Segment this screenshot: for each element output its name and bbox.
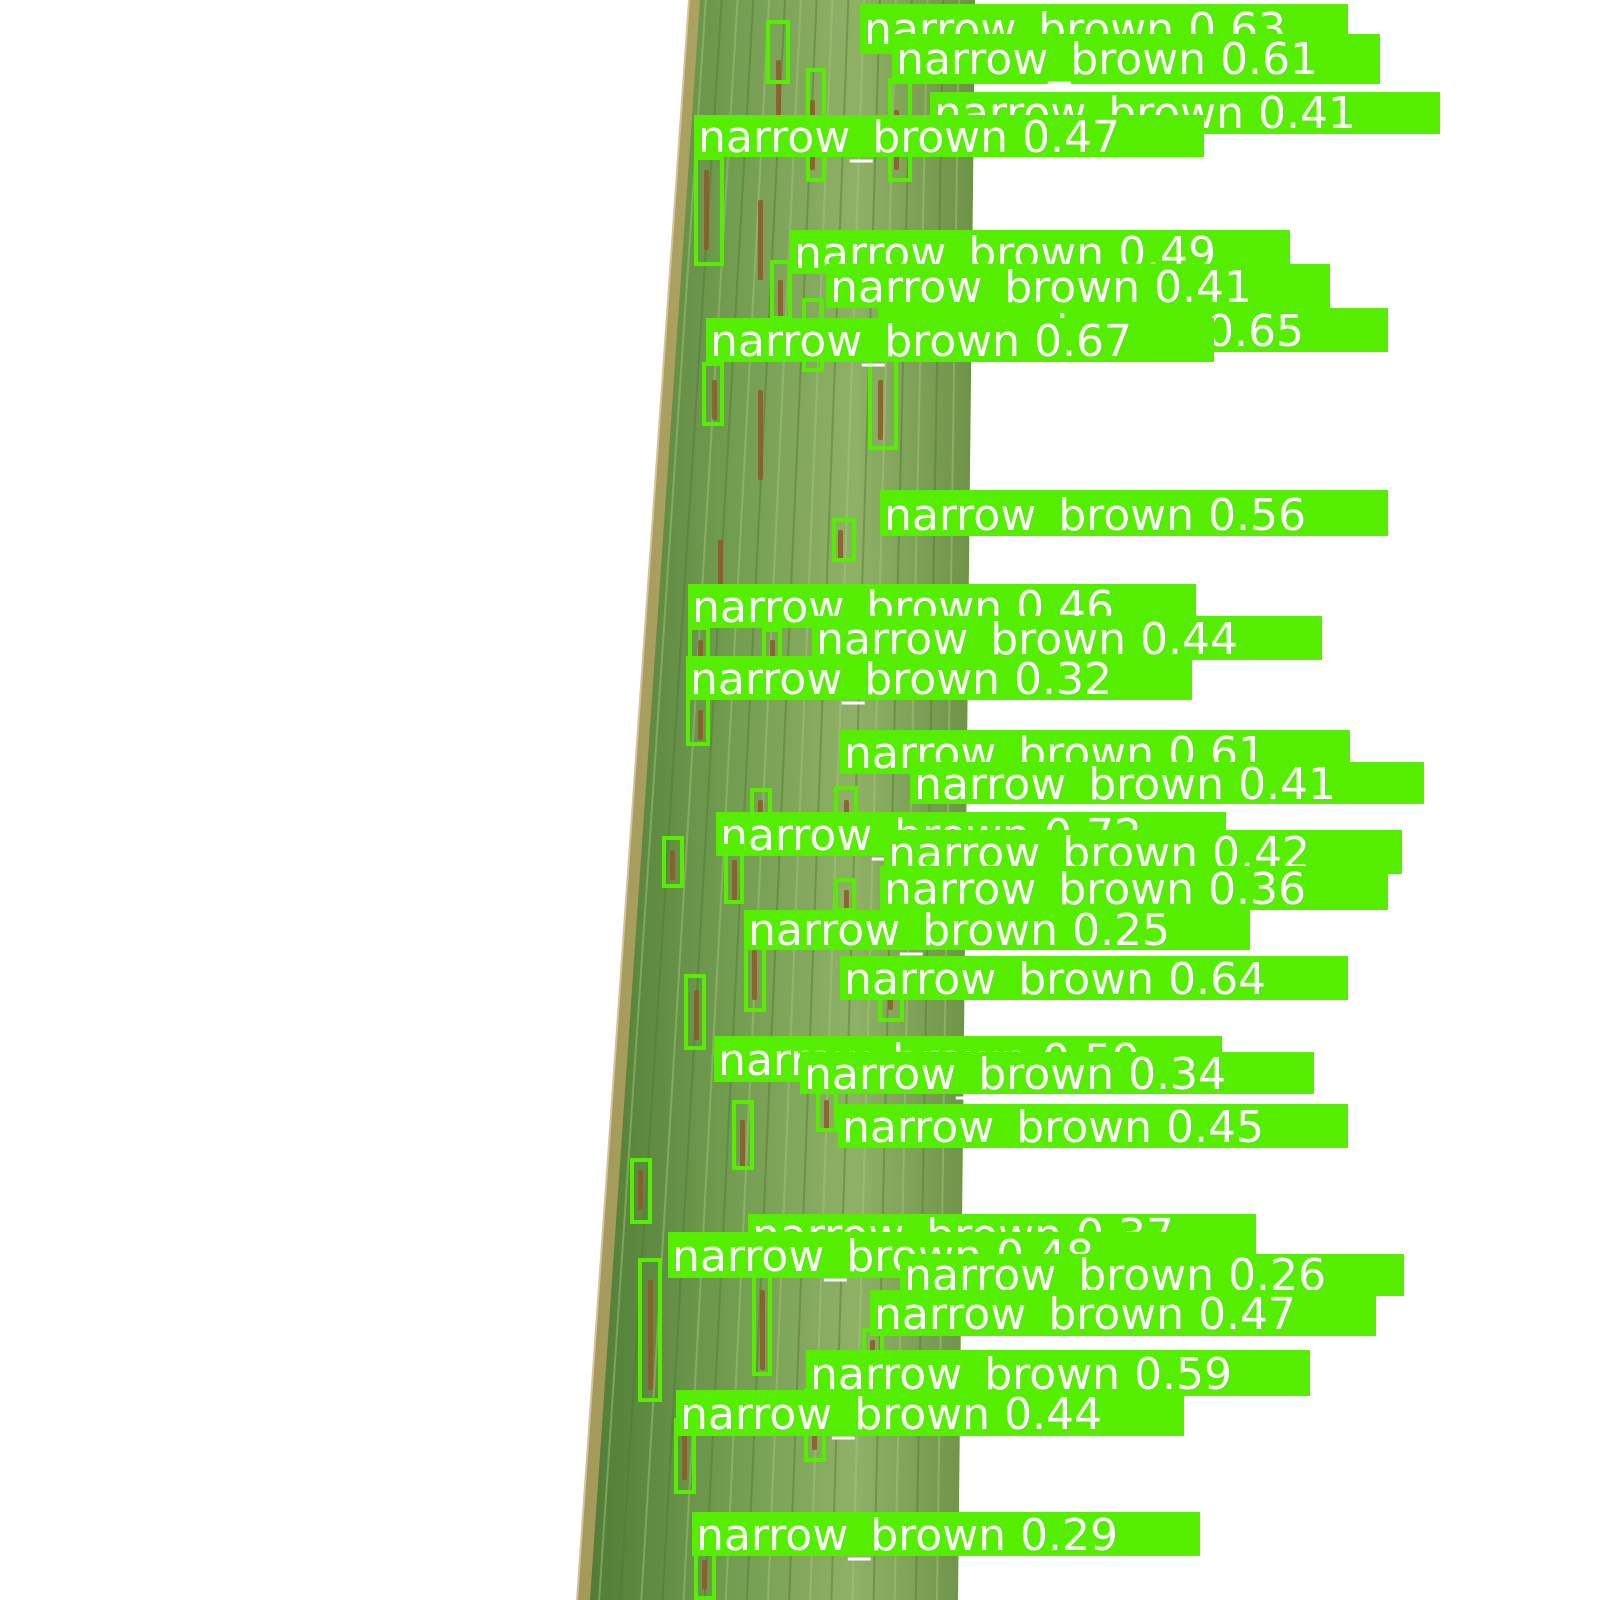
lesion-streak	[758, 390, 763, 480]
detection-label: narrow_brown 0.32	[690, 654, 1112, 705]
detection-label: narrow_brown 0.47	[698, 112, 1120, 163]
lesion-streak	[778, 280, 783, 320]
detection-label: narrow_brown 0.45	[842, 1102, 1264, 1153]
lesion-streak	[824, 1100, 829, 1130]
lesion-streak	[838, 530, 843, 560]
lesion-streak	[638, 1170, 643, 1210]
detection-label: narrow_brown 0.41	[914, 759, 1336, 810]
detection-label: narrow_brown 0.34	[804, 1049, 1226, 1100]
lesion-streak	[758, 200, 763, 280]
lesion-streak	[752, 950, 757, 1000]
detection-label: narrow_brown 0.29	[696, 1510, 1118, 1561]
lesion-streak	[698, 710, 703, 740]
lesion-streak	[712, 380, 717, 420]
detection-label: narrow_brown 0.56	[884, 490, 1306, 541]
lesion-streak	[704, 170, 709, 250]
lesion-streak	[878, 380, 883, 440]
detection-label: narrow_brown 0.47	[874, 1289, 1296, 1340]
lesion-streak	[702, 1560, 707, 1590]
detection-label: narrow_brown 0.61	[896, 34, 1318, 85]
lesion-streak	[732, 860, 737, 900]
detection-label: narrow_brown 0.44	[680, 1389, 1102, 1440]
lesion-streak	[648, 1280, 653, 1390]
lesion-streak	[760, 1290, 765, 1370]
lesion-streak	[694, 990, 699, 1040]
lesion-streak	[670, 850, 675, 880]
detection-label: narrow_brown 0.67	[710, 316, 1132, 367]
detection-scene: narrow_brown 0.63 narrow_brown 0.61 narr…	[576, 0, 1440, 1600]
detection-label: narrow_brown 0.64	[844, 954, 1266, 1005]
detection-label: narrow_brown 0.25	[748, 905, 1170, 956]
lesion-streak	[740, 1120, 745, 1170]
